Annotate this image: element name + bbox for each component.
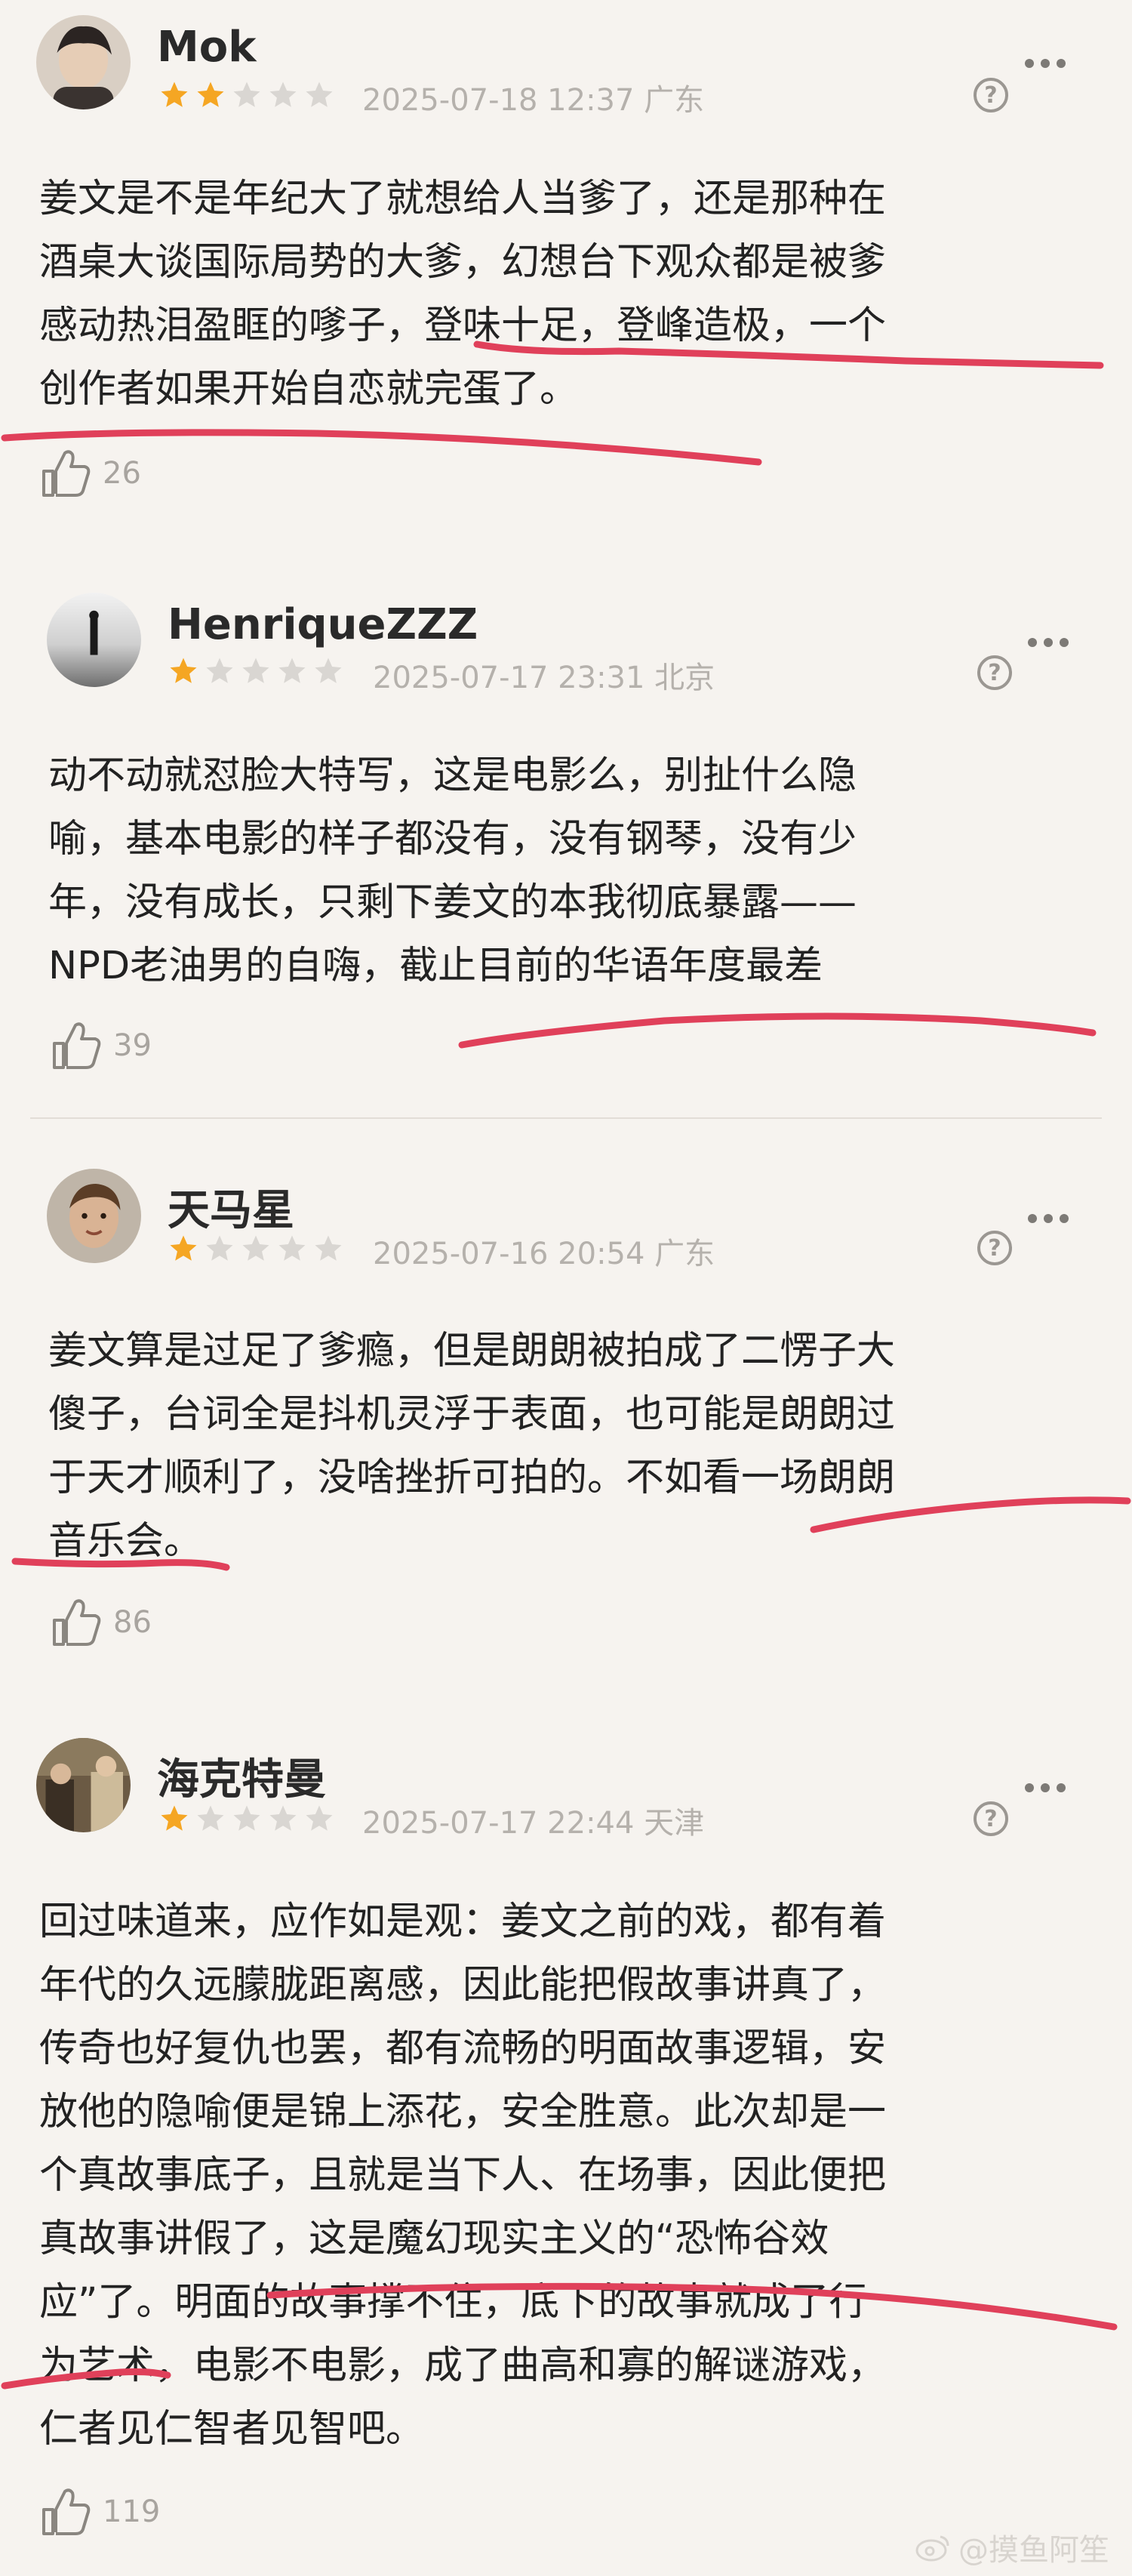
review-date: 2025-07-17 23:31 <box>373 661 645 695</box>
review-location: 广东 <box>644 83 705 118</box>
thumbs-up-icon <box>53 1022 101 1069</box>
star-filled-icon <box>168 655 199 687</box>
review-line: 姜文算是过足了爹瘾，但是朗朗被拍成了二愣子大 <box>48 1329 896 1373</box>
help-icon[interactable]: ? <box>977 1231 1012 1265</box>
help-icon[interactable]: ? <box>977 655 1012 690</box>
star-empty-icon <box>312 1233 344 1265</box>
review-line: 姜文是不是年纪大了就想给人当爹了，还是那种在 <box>39 177 887 221</box>
review-line: 为艺术，电影不电影，成了曲高和寡的解谜游戏， <box>39 2343 887 2388</box>
review-text: 姜文是不是年纪大了就想给人当爹了，还是那种在 酒桌大谈国际局势的大爹，幻想台下观… <box>39 168 886 421</box>
star-empty-icon <box>267 79 299 111</box>
review-line: 于天才顺利了，没啥挫折可拍的。不如看一场朗朗 <box>48 1456 896 1500</box>
review-line: 年，没有成长，只剩下姜文的本我彻底暴露—— <box>48 880 857 925</box>
thumbs-up-icon <box>42 450 91 497</box>
review-line: 创作者如果开始自恋就完蛋了。 <box>39 367 579 411</box>
weibo-logo-icon <box>915 2535 949 2562</box>
star-empty-icon <box>204 1233 235 1265</box>
review-line: 酒桌大谈国际局势的大爹，幻想台下观众都是被爹 <box>39 240 887 285</box>
star-empty-icon <box>276 1233 308 1265</box>
rating-stars <box>168 1233 344 1265</box>
like-count: 26 <box>103 456 141 491</box>
rating-stars <box>158 79 335 111</box>
review-location: 广东 <box>654 1237 715 1271</box>
star-filled-icon <box>158 1803 190 1835</box>
star-filled-icon <box>168 1233 199 1265</box>
review-line: 放他的隐喻便是锦上添花，安全胜意。此次却是一 <box>39 2090 887 2134</box>
review-meta: 2025-07-17 23:31 北京 <box>373 653 715 697</box>
review-line: 仁者见仁智者见智吧。 <box>39 2407 425 2451</box>
avatar[interactable] <box>36 1738 131 1832</box>
username[interactable]: Mok <box>157 23 256 72</box>
review-line: 音乐会。 <box>48 1519 203 1564</box>
star-empty-icon <box>303 1803 335 1835</box>
more-options-icon[interactable] <box>1028 638 1069 647</box>
more-options-icon[interactable] <box>1028 1214 1069 1223</box>
divider <box>30 1117 1102 1119</box>
like-count: 86 <box>113 1605 152 1640</box>
rating-stars <box>168 655 344 687</box>
more-options-icon[interactable] <box>1025 1783 1066 1792</box>
review-location: 天津 <box>644 1806 705 1841</box>
review-line: 传奇也好复仇也罢，都有流畅的明面故事逻辑，安 <box>39 2026 887 2071</box>
review-date: 2025-07-18 12:37 <box>362 83 635 118</box>
star-empty-icon <box>231 1803 263 1835</box>
star-empty-icon <box>303 79 335 111</box>
like-button[interactable]: 86 <box>50 1598 152 1647</box>
star-empty-icon <box>231 79 263 111</box>
review-meta: 2025-07-18 12:37 广东 <box>362 75 704 119</box>
review-line: NPD老油男的自嗨，截止目前的华语年度最差 <box>48 944 823 988</box>
avatar[interactable] <box>47 593 141 687</box>
username[interactable]: 海克特曼 <box>157 1746 326 1807</box>
username[interactable]: HenriqueZZZ <box>168 600 478 649</box>
review-line: 动不动就怼脸大特写，这是电影么，别扯什么隐 <box>48 753 857 798</box>
avatar[interactable] <box>47 1169 141 1263</box>
like-button[interactable]: 39 <box>50 1021 152 1071</box>
review-text: 回过味道来，应作如是观：姜文之前的戏，都有着 年代的久远朦胧距离感，因此能把假故… <box>39 1890 886 2461</box>
review-line: 个真故事底子，且就是当下人、在场事，因此便把 <box>39 2153 887 2198</box>
review-line: 回过味道来，应作如是观：姜文之前的戏，都有着 <box>39 1900 887 1944</box>
review-meta: 2025-07-16 20:54 广东 <box>373 1229 715 1273</box>
more-options-icon[interactable] <box>1025 59 1066 68</box>
thumbs-up-icon <box>42 2488 91 2535</box>
like-button[interactable]: 119 <box>39 2487 160 2537</box>
underline-mark <box>458 1012 1097 1049</box>
review-line: 喻，基本电影的样子都没有，没有钢琴，没有少 <box>48 817 857 861</box>
review-line: 年代的久远朦胧距离感，因此能把假故事讲真了， <box>39 1963 887 2007</box>
star-empty-icon <box>312 655 344 687</box>
star-empty-icon <box>240 655 272 687</box>
star-empty-icon <box>267 1803 299 1835</box>
review-date: 2025-07-16 20:54 <box>373 1237 645 1271</box>
like-count: 39 <box>113 1028 152 1063</box>
star-filled-icon <box>158 79 190 111</box>
star-empty-icon <box>240 1233 272 1265</box>
username[interactable]: 天马星 <box>168 1176 294 1237</box>
review-line: 应”了。明面的故事撑不住，底下的故事就成了行 <box>39 2280 868 2325</box>
star-empty-icon <box>195 1803 226 1835</box>
star-empty-icon <box>204 655 235 687</box>
review-meta: 2025-07-17 22:44 天津 <box>362 1798 704 1842</box>
like-count: 119 <box>103 2494 161 2529</box>
review-text: 动不动就怼脸大特写，这是电影么，别扯什么隐 喻，基本电影的样子都没有，没有钢琴，… <box>48 744 857 998</box>
review-line: 感动热泪盈眶的嗲子，登味十足，登峰造极，一个 <box>39 304 887 348</box>
star-empty-icon <box>276 655 308 687</box>
review-location: 北京 <box>654 661 715 695</box>
review-text: 姜文算是过足了爹瘾，但是朗朗被拍成了二愣子大 傻子，台词全是抖机灵浮于表面，也可… <box>48 1320 895 1573</box>
star-filled-icon <box>195 79 226 111</box>
help-icon[interactable]: ? <box>974 78 1008 112</box>
avatar[interactable] <box>36 15 131 109</box>
watermark-text: @摸鱼阿笙 <box>958 2533 1109 2568</box>
review-line: 真故事讲假了，这是魔幻现实主义的“恐怖谷效 <box>39 2217 829 2261</box>
rating-stars <box>158 1803 335 1835</box>
watermark: @摸鱼阿笙 <box>915 2525 1109 2569</box>
review-line: 傻子，台词全是抖机灵浮于表面，也可能是朗朗过 <box>48 1392 896 1437</box>
review-date: 2025-07-17 22:44 <box>362 1806 635 1841</box>
thumbs-up-icon <box>53 1599 101 1646</box>
like-button[interactable]: 26 <box>39 448 141 498</box>
help-icon[interactable]: ? <box>974 1801 1008 1836</box>
